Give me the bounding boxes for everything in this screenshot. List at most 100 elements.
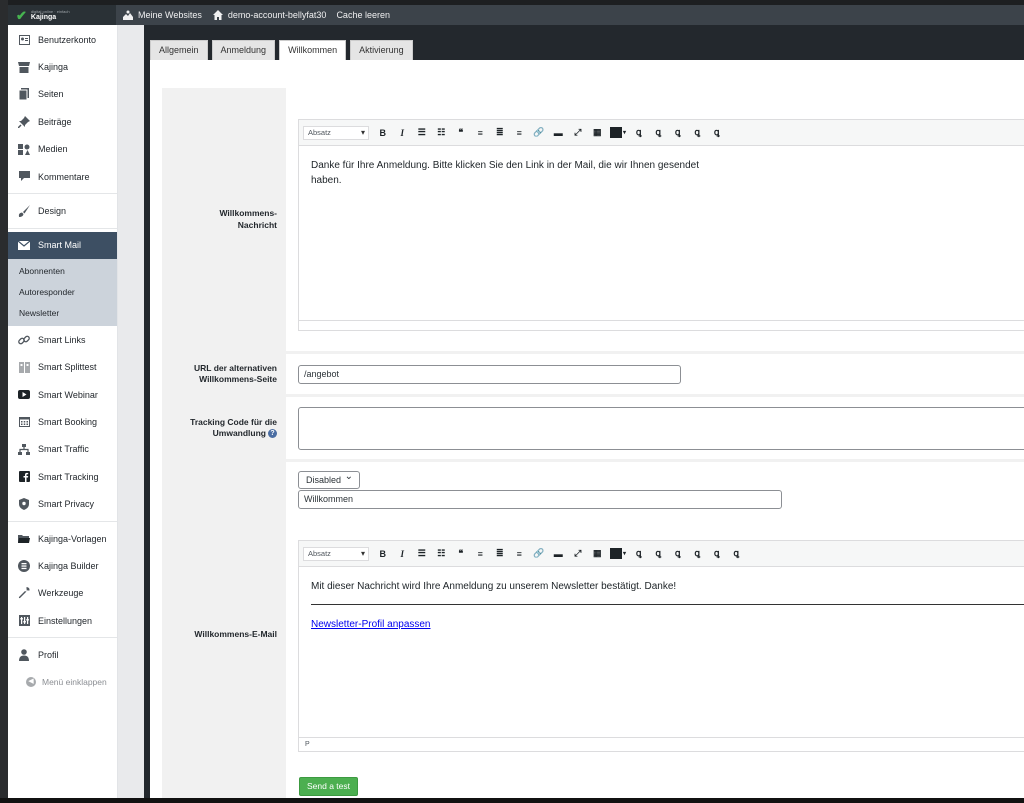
italic-icon[interactable]: I [393, 545, 413, 563]
builder-icon [18, 559, 30, 572]
send-test-button[interactable]: Send a test [299, 777, 359, 796]
logo-name: Kajinga [30, 13, 57, 21]
sidebar-item-kajinga-vorlagen[interactable]: Kajinga-Vorlagen [8, 525, 117, 552]
user-card-icon [18, 34, 30, 46]
placeholder-tag-icon[interactable]: ꝗ [649, 545, 669, 563]
sidebar-item-einstellungen[interactable]: Einstellungen [8, 607, 117, 634]
placeholder-tag-icon[interactable]: ꝗ [629, 124, 649, 142]
format-select[interactable]: Absatz [303, 546, 369, 561]
toolbar-toggle-icon[interactable]: ▦ [588, 545, 608, 563]
link-icon [18, 334, 30, 346]
email-status-select[interactable]: Disabled [298, 469, 360, 489]
placeholder-tag-icon[interactable]: ꝗ [668, 545, 688, 563]
sidebar-item-label: Profil [38, 650, 59, 661]
placeholder-tag-icon[interactable]: ꝗ [629, 545, 649, 563]
newsletter-profile-link[interactable]: Newsletter-Profil anpassen [311, 619, 431, 630]
sidebar-item-design[interactable]: Design [8, 197, 117, 224]
sidebar-item-benutzerkonto[interactable]: Benutzerkonto [8, 26, 117, 53]
tab-anmeldung[interactable]: Anmeldung [211, 40, 276, 60]
sidebar-item-smart-mail[interactable]: Smart Mail [8, 231, 117, 260]
editor-statusbar [299, 320, 1024, 330]
submenu-item-abonnenten[interactable]: Abonnenten [8, 261, 117, 282]
sidebar-item-profil[interactable]: Profil [8, 641, 117, 668]
format-select[interactable]: Absatz [303, 125, 369, 140]
sidebar-item-smart-privacy[interactable]: Smart Privacy [8, 490, 117, 517]
align-right-icon[interactable]: ≡ [510, 545, 530, 563]
tab-willkommen[interactable]: Willkommen [279, 40, 347, 61]
horizontal-rule-icon[interactable]: ▬ [549, 124, 569, 142]
sidebar-item-seiten[interactable]: Seiten [8, 81, 117, 108]
tracking-code-label-wrap: Tracking Code für die Umwandlung? [177, 417, 277, 440]
submenu-item-newsletter[interactable]: Newsletter [8, 303, 117, 324]
bold-icon[interactable]: B [373, 124, 393, 142]
video-icon [18, 389, 30, 401]
fullscreen-icon[interactable]: ⤢ [568, 124, 588, 142]
numbered-list-icon[interactable]: ☷ [432, 124, 452, 142]
align-left-icon[interactable]: ≡ [471, 124, 491, 142]
align-center-icon[interactable]: ≣ [490, 545, 510, 563]
main-content: Allgemein Anmeldung Willkommen Aktivieru… [148, 25, 1024, 803]
tracking-code-textarea[interactable] [298, 407, 1024, 450]
media-icon [18, 143, 30, 155]
placeholder-tag-icon[interactable]: ꝗ [707, 124, 727, 142]
sidebar-item-label: Smart Splittest [38, 362, 97, 373]
sidebar-item-smart-webinar[interactable]: Smart Webinar [8, 381, 117, 408]
toolbar-toggle-icon[interactable]: ▦ [588, 124, 608, 142]
kajinga-logo[interactable]: ✔ digital online · einfach Kajinga [8, 5, 116, 25]
bold-icon[interactable]: B [373, 545, 393, 563]
welcome-email-body[interactable]: Mit dieser Nachricht wird Ihre Anmeldung… [299, 567, 1024, 644]
placeholder-tag-icon[interactable]: ꝗ [688, 545, 708, 563]
welcome-message-label: Willkommens-Nachricht [162, 88, 286, 351]
sidebar-item-smart-booking[interactable]: Smart Booking [8, 408, 117, 435]
email-subject-input[interactable]: Willkommen [298, 490, 782, 509]
sidebar-item-smart-splittest[interactable]: Smart Splittest [8, 354, 117, 381]
sidebar-item-beitraege[interactable]: Beiträge [8, 108, 117, 135]
sidebar-item-label: Smart Mail [38, 240, 82, 251]
link-icon[interactable]: 🔗 [529, 124, 549, 142]
blockquote-icon[interactable]: ❝ [451, 545, 471, 563]
link-icon[interactable]: 🔗 [529, 545, 549, 563]
tab-aktivierung[interactable]: Aktivierung [350, 40, 413, 60]
sidebar-item-kajinga-builder[interactable]: Kajinga Builder [8, 552, 117, 579]
align-center-icon[interactable]: ≣ [490, 124, 510, 142]
comment-icon [18, 171, 30, 183]
sidebar-item-werkzeuge[interactable]: Werkzeuge [8, 580, 117, 607]
placeholder-tag-icon[interactable]: ꝗ [688, 124, 708, 142]
fullscreen-icon[interactable]: ⤢ [568, 545, 588, 563]
submenu-item-autoresponder[interactable]: Autoresponder [8, 282, 117, 303]
sidebar-item-smart-links[interactable]: Smart Links [8, 326, 117, 353]
sidebar-item-kommentare[interactable]: Kommentare [8, 163, 117, 190]
placeholder-tag-icon[interactable]: ꝗ [649, 124, 669, 142]
welcome-message-text[interactable]: Danke für Ihre Anmeldung. Bitte klicken … [299, 146, 719, 200]
store-icon [18, 61, 30, 73]
placeholder-tag-icon[interactable]: ꝗ [707, 545, 727, 563]
sidebar-separator [8, 520, 117, 522]
text-color-icon[interactable] [607, 545, 629, 563]
collapse-menu-button[interactable]: ◀ Menü einklappen [8, 669, 117, 695]
horizontal-rule-icon[interactable]: ▬ [549, 545, 569, 563]
help-icon[interactable]: ? [268, 429, 277, 439]
my-sites-link[interactable]: Meine Websites [122, 9, 202, 21]
sidebar-item-smart-traffic[interactable]: Smart Traffic [8, 436, 117, 463]
align-left-icon[interactable]: ≡ [471, 545, 491, 563]
text-color-icon[interactable] [607, 124, 629, 142]
bullet-list-icon[interactable]: ☰ [412, 545, 432, 563]
site-name-link[interactable]: demo-account-bellyfat30 [212, 9, 326, 21]
italic-icon[interactable]: I [393, 124, 413, 142]
placeholder-tag-icon[interactable]: ꝗ [668, 124, 688, 142]
numbered-list-icon[interactable]: ☷ [432, 545, 452, 563]
my-sites-label: Meine Websites [138, 10, 202, 20]
alt-url-input[interactable]: /angebot [298, 365, 681, 384]
sidebar-item-medien[interactable]: Medien [8, 136, 117, 163]
sidebar-item-kajinga[interactable]: Kajinga [8, 53, 117, 80]
align-right-icon[interactable]: ≡ [510, 124, 530, 142]
placeholder-tag-icon[interactable]: ꝗ [727, 545, 747, 563]
window-bottom-edge [0, 798, 1024, 803]
collapse-arrow-icon: ◀ [26, 676, 36, 687]
blockquote-icon[interactable]: ❝ [451, 124, 471, 142]
tab-allgemein[interactable]: Allgemein [150, 40, 208, 60]
bullet-list-icon[interactable]: ☰ [412, 124, 432, 142]
sidebar-item-smart-tracking[interactable]: Smart Tracking [8, 463, 117, 490]
clear-cache-link[interactable]: Cache leeren [336, 10, 390, 20]
profile-icon [18, 649, 30, 662]
